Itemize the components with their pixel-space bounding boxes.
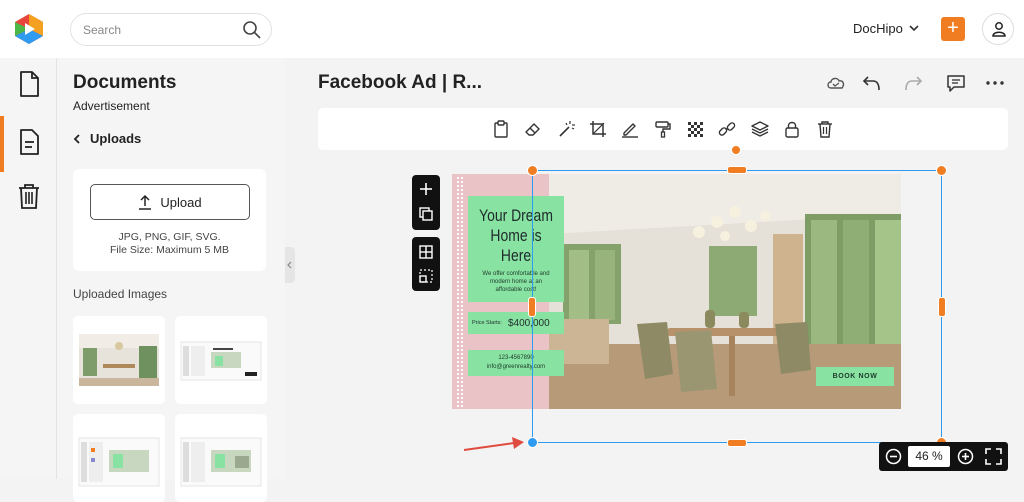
documents-list-icon[interactable]	[15, 128, 43, 156]
document-title[interactable]: Facebook Ad | R...	[318, 72, 482, 94]
selection-box[interactable]	[532, 170, 942, 443]
panel-subtitle: Advertisement	[73, 99, 150, 113]
delete-icon[interactable]	[816, 120, 834, 138]
layers-icon[interactable]	[751, 120, 769, 138]
account-menu[interactable]: DocHipo	[853, 21, 919, 36]
zoom-out-icon[interactable]	[885, 448, 902, 465]
link-icon[interactable]	[718, 120, 736, 138]
uploaded-images-label: Uploaded Images	[73, 287, 168, 301]
uploads-panel: Documents Advertisement Uploads Upload J…	[57, 58, 285, 502]
grid-layout-icon[interactable]	[419, 245, 433, 259]
user-icon	[992, 22, 1006, 37]
magic-wand-icon[interactable]	[557, 120, 575, 138]
eraser-icon[interactable]	[524, 120, 542, 138]
document-icon[interactable]	[15, 70, 43, 98]
cloud-saved-icon	[827, 77, 845, 89]
fullscreen-icon[interactable]	[985, 448, 1002, 465]
uploaded-image-thumbnail[interactable]	[73, 414, 165, 502]
create-new-button[interactable]: +	[941, 17, 965, 41]
chevron-left-icon	[73, 133, 80, 144]
search-icon[interactable]	[242, 20, 262, 40]
crop-icon[interactable]	[589, 120, 607, 138]
transparency-icon[interactable]	[686, 120, 704, 138]
search-input[interactable]	[83, 21, 233, 39]
left-rail	[0, 58, 57, 479]
app-logo[interactable]	[14, 13, 44, 45]
paint-roller-icon[interactable]	[654, 120, 672, 138]
add-page-icon[interactable]	[419, 182, 433, 196]
redo-icon[interactable]	[903, 74, 923, 92]
resize-handle-bottom-left[interactable]	[527, 437, 538, 448]
uploaded-image-thumbnail[interactable]	[175, 316, 267, 404]
account-label: DocHipo	[853, 21, 903, 36]
zoom-in-icon[interactable]	[957, 448, 974, 465]
zoom-number: 46	[915, 449, 929, 463]
pen-edit-icon[interactable]	[621, 120, 639, 138]
resize-handle-top[interactable]	[727, 166, 747, 174]
chevron-down-icon	[909, 25, 919, 32]
zoom-value[interactable]: 46 %	[908, 446, 950, 467]
search-box	[70, 13, 272, 46]
upload-hint-size: File Size: Maximum 5 MB	[109, 244, 230, 256]
comment-icon[interactable]	[946, 74, 966, 92]
resize-handle-left[interactable]	[528, 297, 536, 317]
red-arrow-pointer	[463, 437, 524, 451]
element-toolbar	[318, 108, 1008, 150]
panel-title: Documents	[73, 72, 177, 93]
resize-handle-right[interactable]	[938, 297, 946, 317]
upload-button-label: Upload	[160, 194, 202, 210]
uploaded-image-thumbnail[interactable]	[73, 316, 165, 404]
page-side-tools	[412, 175, 440, 291]
trash-icon[interactable]	[15, 182, 43, 210]
back-label: Uploads	[90, 131, 142, 146]
add-copy-group	[412, 175, 440, 230]
layout-group	[412, 237, 440, 291]
plus-icon: +	[947, 17, 959, 39]
upload-hint-formats: JPG, PNG, GIF, SVG.	[118, 231, 221, 243]
upload-button[interactable]: Upload	[90, 184, 250, 220]
back-to-uploads[interactable]: Uploads	[73, 131, 141, 146]
user-profile-button[interactable]	[982, 13, 1014, 45]
upload-card: Upload JPG, PNG, GIF, SVG. File Size: Ma…	[73, 169, 266, 271]
resize-handle-top-left[interactable]	[527, 165, 538, 176]
active-indicator	[0, 116, 4, 172]
resize-handle-bottom[interactable]	[727, 439, 747, 447]
ad-dots-decoration	[456, 176, 464, 408]
resize-handle-top-right[interactable]	[936, 165, 947, 176]
collapse-panel-handle[interactable]	[285, 247, 295, 283]
more-options-icon[interactable]	[985, 74, 1005, 92]
ad-price-label: Price Starts:	[472, 320, 502, 326]
resize-page-icon[interactable]	[419, 269, 433, 283]
chevron-left-icon	[287, 261, 292, 269]
uploaded-image-thumbnail[interactable]	[175, 414, 267, 502]
zoom-unit: %	[932, 449, 943, 463]
undo-icon[interactable]	[862, 74, 882, 92]
upload-hint: JPG, PNG, GIF, SVG. File Size: Maximum 5…	[73, 231, 266, 257]
upload-icon	[139, 194, 152, 210]
duplicate-page-icon[interactable]	[419, 207, 433, 221]
top-bar: DocHipo +	[0, 0, 1024, 58]
rotate-handle[interactable]	[731, 145, 741, 155]
clipboard-icon[interactable]	[492, 120, 510, 138]
lock-icon[interactable]	[783, 120, 801, 138]
zoom-control: 46 %	[879, 442, 1008, 471]
